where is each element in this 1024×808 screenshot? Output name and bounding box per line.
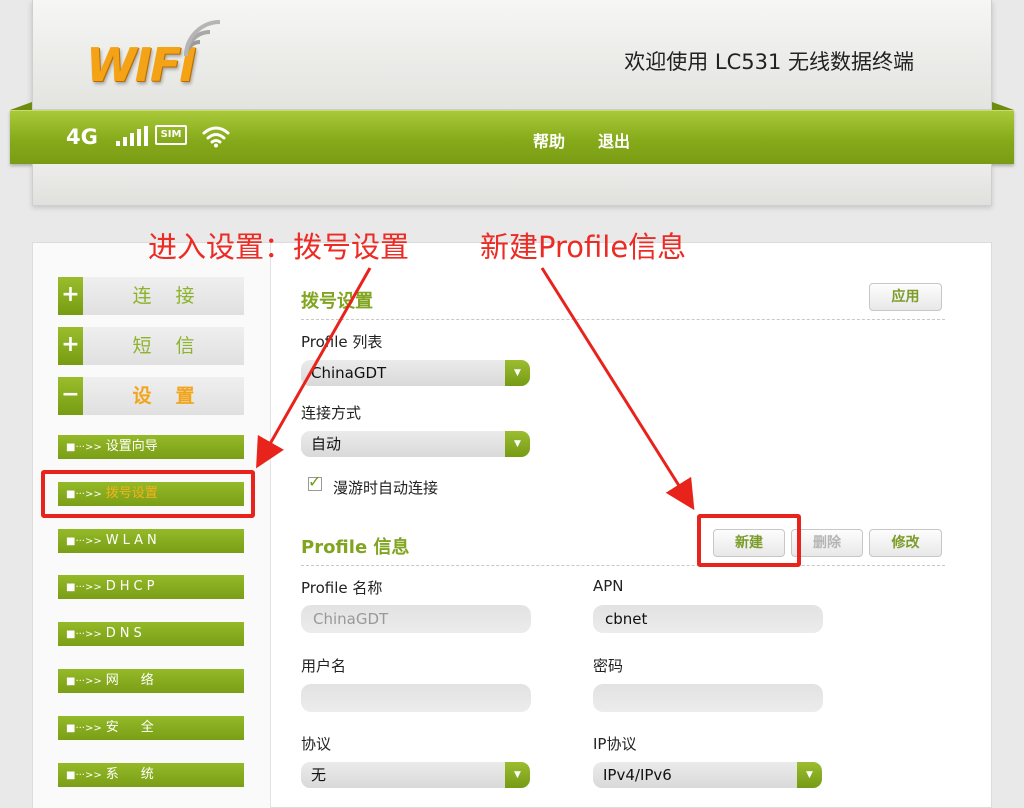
arrow-to-new-button <box>540 267 695 511</box>
annotation-arrows <box>256 267 695 511</box>
arrow-to-dial-settings <box>256 267 372 469</box>
